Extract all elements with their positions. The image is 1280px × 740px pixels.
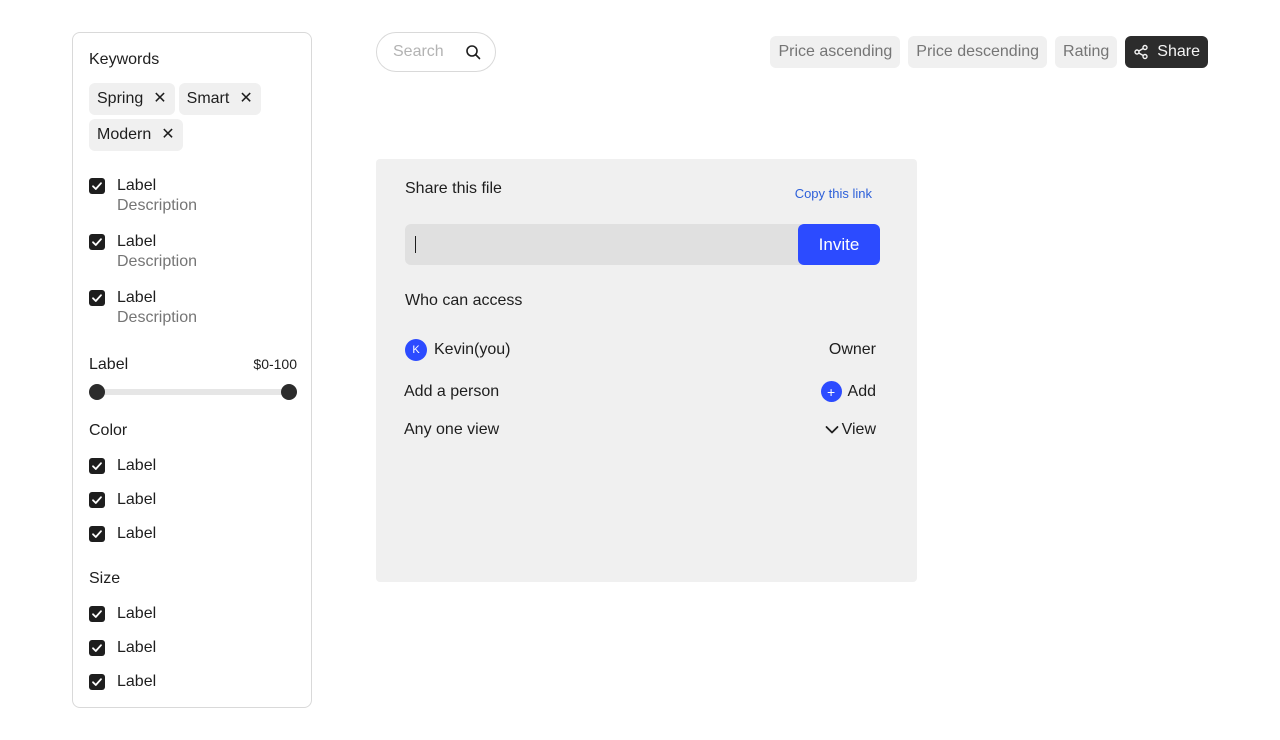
keyword-chip-spring[interactable]: Spring ✕ bbox=[89, 83, 175, 115]
add-label: Add bbox=[847, 382, 876, 400]
avatar: K bbox=[405, 339, 427, 361]
share-dialog: Share this file Copy this link Invite Wh… bbox=[376, 159, 917, 582]
price-range-header: Label $0-100 bbox=[89, 356, 297, 374]
checkbox-label: Label bbox=[117, 177, 157, 194]
checklist-item[interactable]: Label Description bbox=[89, 233, 197, 273]
check-icon bbox=[92, 530, 102, 538]
sort-rating-button[interactable]: Rating bbox=[1055, 36, 1118, 68]
checkbox[interactable] bbox=[89, 640, 105, 656]
color-option[interactable]: Label bbox=[89, 525, 156, 543]
keyword-chips: Spring ✕ Smart ✕ Modern ✕ bbox=[89, 83, 299, 151]
size-option[interactable]: Label bbox=[89, 673, 156, 691]
checkbox-label: Label bbox=[117, 605, 157, 622]
share-icon bbox=[1133, 44, 1149, 60]
close-icon[interactable]: ✕ bbox=[239, 91, 252, 107]
slider-max-handle[interactable] bbox=[281, 384, 297, 400]
access-row-add-person: Add a person + Add bbox=[404, 381, 880, 402]
color-title: Color bbox=[89, 422, 128, 439]
checkbox[interactable] bbox=[89, 178, 105, 194]
checkbox[interactable] bbox=[89, 458, 105, 474]
search-input[interactable] bbox=[393, 43, 457, 61]
check-icon bbox=[92, 496, 102, 504]
checkbox[interactable] bbox=[89, 674, 105, 690]
general-access-label: Any one view bbox=[404, 421, 500, 438]
checkbox-description: Description bbox=[117, 309, 198, 326]
check-icon bbox=[92, 462, 102, 470]
sort-price-ascending-button[interactable]: Price ascending bbox=[770, 36, 901, 68]
owner-name: Kevin(you) bbox=[434, 341, 511, 358]
range-value: $0-100 bbox=[253, 356, 297, 372]
filter-sidebar: Keywords Spring ✕ Smart ✕ Modern ✕ Label… bbox=[72, 32, 312, 708]
check-icon bbox=[92, 294, 102, 302]
checkbox-label: Label bbox=[117, 289, 157, 306]
chip-label: Modern bbox=[97, 126, 152, 143]
close-icon[interactable]: ✕ bbox=[161, 127, 174, 143]
checkbox-label: Label bbox=[117, 491, 157, 508]
share-label: Share bbox=[1157, 43, 1200, 60]
checklist-item[interactable]: Label Description bbox=[89, 177, 197, 217]
add-person-button[interactable]: + Add bbox=[820, 381, 880, 402]
permission-dropdown[interactable]: View bbox=[824, 421, 880, 439]
dialog-title: Share this file bbox=[405, 180, 502, 197]
check-icon bbox=[92, 238, 102, 246]
checkbox-label: Label bbox=[117, 673, 157, 690]
checkbox-label: Label bbox=[117, 233, 157, 250]
chip-label: Smart bbox=[186, 90, 230, 107]
checkbox[interactable] bbox=[89, 492, 105, 508]
permission-value: View bbox=[841, 421, 876, 438]
price-range-slider[interactable] bbox=[89, 384, 297, 400]
invite-email-input[interactable] bbox=[405, 224, 801, 265]
checkbox-description: Description bbox=[117, 197, 198, 214]
checkbox[interactable] bbox=[89, 290, 105, 306]
sort-price-descending-button[interactable]: Price descending bbox=[908, 36, 1048, 68]
checkbox-label: Label bbox=[117, 525, 157, 542]
check-icon bbox=[92, 182, 102, 190]
access-row-general: Any one view View bbox=[404, 421, 880, 439]
plus-icon[interactable]: + bbox=[820, 381, 842, 402]
check-icon bbox=[92, 644, 102, 652]
access-row-owner: K Kevin(you) Owner bbox=[405, 339, 880, 361]
invite-button[interactable]: Invite bbox=[798, 224, 880, 265]
check-icon bbox=[92, 678, 102, 686]
add-person-label: Add a person bbox=[404, 382, 500, 400]
checkbox[interactable] bbox=[89, 234, 105, 250]
keyword-chip-modern[interactable]: Modern ✕ bbox=[89, 119, 183, 151]
check-icon bbox=[92, 610, 102, 618]
checkbox-label: Label bbox=[117, 457, 157, 474]
chip-label: Spring bbox=[97, 90, 144, 107]
keywords-title: Keywords bbox=[89, 51, 160, 68]
checkbox-label: Label bbox=[117, 639, 157, 656]
sort-toolbar: Price ascending Price descending Rating … bbox=[770, 36, 1208, 68]
chevron-down-icon[interactable] bbox=[824, 422, 840, 438]
text-caret bbox=[415, 236, 416, 253]
access-section-title: Who can access bbox=[405, 292, 523, 309]
slider-min-handle[interactable] bbox=[89, 384, 105, 400]
checklist-item[interactable]: Label Description bbox=[89, 289, 197, 329]
color-option[interactable]: Label bbox=[89, 457, 156, 475]
checkbox[interactable] bbox=[89, 526, 105, 542]
search-icon[interactable] bbox=[465, 44, 481, 60]
share-button[interactable]: Share bbox=[1125, 36, 1208, 68]
close-icon[interactable]: ✕ bbox=[153, 91, 166, 107]
owner-role: Owner bbox=[828, 341, 876, 358]
color-option[interactable]: Label bbox=[89, 491, 156, 509]
search-bar[interactable] bbox=[376, 32, 496, 72]
size-title: Size bbox=[89, 570, 121, 587]
slider-track[interactable] bbox=[89, 389, 297, 395]
size-option[interactable]: Label bbox=[89, 605, 156, 623]
checkbox[interactable] bbox=[89, 606, 105, 622]
range-label: Label bbox=[89, 356, 129, 373]
keyword-chip-smart[interactable]: Smart ✕ bbox=[178, 83, 261, 115]
copy-link-button[interactable]: Copy this link bbox=[795, 186, 872, 201]
size-option[interactable]: Label bbox=[89, 639, 156, 657]
checkbox-description: Description bbox=[117, 253, 198, 270]
